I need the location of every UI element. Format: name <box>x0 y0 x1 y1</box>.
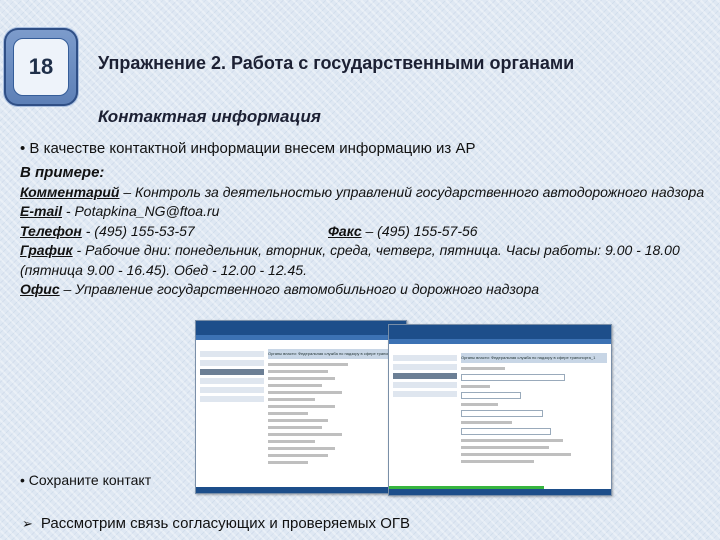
bottom-note: ➢ Рассмотрим связь согласующих и проверяе… <box>22 515 410 532</box>
fax-item: Факс – (495) 155-57-56 <box>328 222 478 242</box>
arrow-bullet-icon: ➢ <box>22 516 33 531</box>
email-line: E-mail - Potapkina_NG@ftoa.ru <box>20 202 710 222</box>
phone-line: Телефон - (495) 155-53-57 Факс – (495) 15… <box>20 222 710 242</box>
schedule-label: График <box>20 242 73 258</box>
office-label: Офис <box>20 281 60 297</box>
screenshot-left: Органы власти: Федеральная служба по над… <box>195 320 407 494</box>
email-text: - Potapkina_NG@ftoa.ru <box>62 203 220 219</box>
example-label: В примере: <box>20 164 105 181</box>
comment-text: – Контроль за деятельностью управлений г… <box>119 183 705 200</box>
bottom-note-text: Рассмотрим связь согласующих и проверяем… <box>40 515 411 532</box>
app-nav-bar <box>196 335 406 340</box>
office-line: Офис – Управление государственного автом… <box>20 280 710 300</box>
schedule-line: График - Рабочие дни: понедельник, вторн… <box>20 241 710 280</box>
app-header-bar <box>196 321 406 335</box>
content-pane: Органы власти: Федеральная служба по над… <box>268 349 402 468</box>
fax-text: – (495) 155-57-56 <box>361 222 478 239</box>
slide-title: Упражнение 2. Работа с государственными … <box>98 53 575 73</box>
contact-info-body: В примере: Комментарий – Контроль за дея… <box>20 163 710 300</box>
fax-label: Факс <box>328 222 362 239</box>
screenshots-area: Органы власти: Федеральная служба по над… <box>195 320 615 496</box>
schedule-text: - Рабочие дни: понедельник, вторник, сре… <box>20 242 680 278</box>
office-text: – Управление государственного автомобиль… <box>59 281 540 297</box>
content-pane: Органы власти: Федеральная служба по над… <box>461 353 607 467</box>
app-footer <box>196 487 406 493</box>
app-footer <box>389 489 611 495</box>
sidebar-menu <box>200 349 264 405</box>
save-contact-bullet: • Сохраните контакт <box>20 472 154 488</box>
screenshot-right: Органы власти: Федеральная служба по над… <box>388 324 612 496</box>
phone-label: Телефон <box>20 222 82 239</box>
app-header-bar <box>389 325 611 339</box>
comment-line: Комментарий – Контроль за деятельностью … <box>20 183 710 203</box>
intro-bullet: • В качестве контактной информации внесе… <box>20 140 476 157</box>
window-title-bar: Органы власти: Федеральная служба по над… <box>461 353 607 363</box>
app-nav-bar <box>389 339 611 344</box>
slide-subtitle: Контактная информация <box>98 107 321 126</box>
slide-number-box: 18 <box>4 28 78 106</box>
slide-number: 18 <box>13 38 69 96</box>
email-label: E-mail <box>20 203 63 219</box>
sidebar-menu <box>393 353 457 400</box>
phone-text: - (495) 155-53-57 <box>81 222 195 239</box>
comment-label: Комментарий <box>20 183 120 200</box>
window-title-bar: Органы власти: Федеральная служба по над… <box>268 349 402 359</box>
